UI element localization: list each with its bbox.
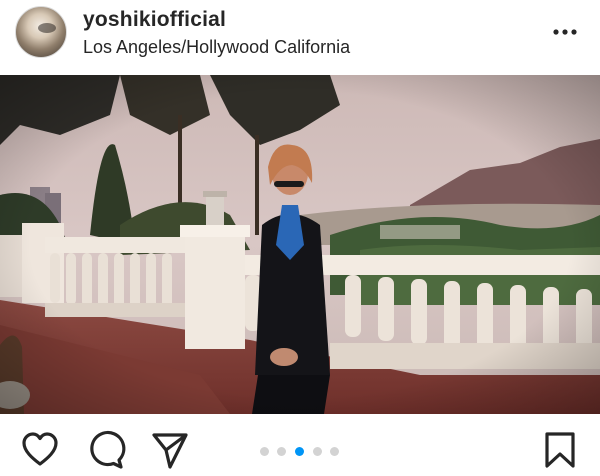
carousel-dot [330, 447, 339, 456]
bookmark-icon[interactable] [540, 430, 580, 470]
send-paper-plane-icon[interactable] [150, 430, 190, 470]
carousel-dot-active [295, 447, 304, 456]
carousel-dot [313, 447, 322, 456]
heart-icon[interactable] [20, 430, 60, 470]
carousel-dots [260, 447, 342, 457]
post-action-bar [0, 414, 600, 476]
post-header: yoshikiofficial Los Angeles/Hollywood Ca… [0, 0, 600, 72]
post-location[interactable]: Los Angeles/Hollywood California [83, 37, 350, 58]
post-username[interactable]: yoshikiofficial [83, 8, 226, 32]
comment-bubble-icon[interactable] [86, 430, 126, 470]
carousel-dot [277, 447, 286, 456]
profile-avatar[interactable] [15, 6, 67, 58]
post-photo-image [0, 75, 600, 414]
post-photo[interactable] [0, 75, 600, 414]
carousel-dot [260, 447, 269, 456]
more-options-icon[interactable] [548, 24, 582, 40]
